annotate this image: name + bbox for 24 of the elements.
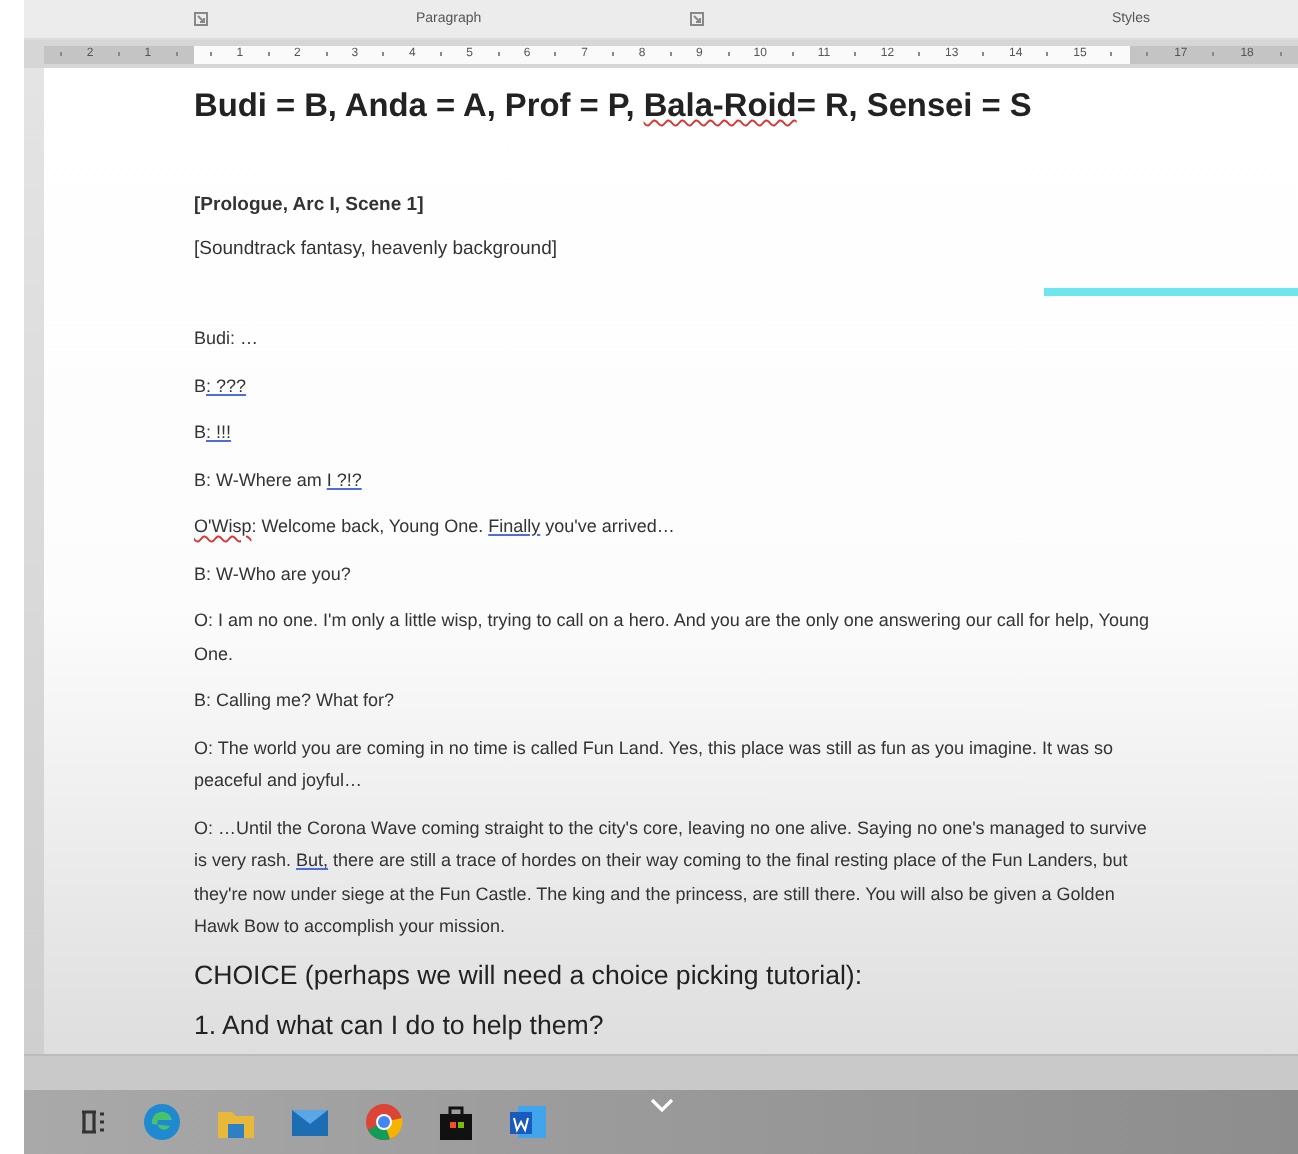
choice-line: 1. And what can I do to help them? bbox=[194, 1007, 606, 1043]
shopping-bag-icon[interactable] bbox=[438, 1102, 474, 1142]
mail-icon[interactable] bbox=[290, 1106, 330, 1138]
stage-note: [Soundtrack fantasy, heavenly background] bbox=[194, 238, 559, 260]
browser-icon[interactable] bbox=[142, 1102, 182, 1142]
dialogue-line: B: W-Who are you? bbox=[194, 561, 353, 588]
dialog-launcher-icon[interactable] bbox=[194, 12, 208, 26]
dialogue-line: O: The world you are coming in no time is called Fun Land. Yes, this place was still as fun as you imagine. It was so peaceful and joyful… bbox=[194, 735, 1116, 794]
dialogue-line: B: Calling me? What for? bbox=[194, 688, 397, 714]
dialogue-line: O: …Until the Corona Wave coming straight to the city's core, leaving no one alive. Saying no one's managed to survive is very rash. But, there are still a trace of hordes on their way coming to the final resting place of the Fun Landers, but they're now under siege at the Fun Castle. The king and the princess, are still there. You will also be given a Golden Hawk Bow to accomplish your mission. bbox=[194, 815, 1149, 940]
chrome-icon[interactable] bbox=[364, 1102, 404, 1142]
choice-line: CHOICE (perhaps we will need a choice picking tutorial): bbox=[194, 957, 865, 993]
task-view-icon[interactable] bbox=[80, 1108, 108, 1136]
chevron-down-icon[interactable] bbox=[650, 1098, 674, 1112]
dialogue-line: O'Wisp: Welcome back, Young One. Finally you've arrived… bbox=[194, 514, 677, 540]
dialogue-line: B: W-Where am I ?!? bbox=[194, 467, 364, 493]
dialogue-line: B: !!! bbox=[194, 420, 234, 446]
dialogue-line: Budi: … bbox=[194, 326, 261, 352]
document-heading: Budi = B, Anda = A, Prof = P, Bala-Roid= R, Sensei = S bbox=[194, 86, 1034, 128]
document-app-icon[interactable] bbox=[508, 1102, 548, 1142]
scene-label: [Prologue, Arc I, Scene 1] bbox=[194, 194, 426, 216]
dialogue-line: O: I am no one. I'm only a little wisp, trying to call on a hero. And you are the only one answering our call for help, Young One. bbox=[194, 608, 1151, 667]
dialogue-line: B: ??? bbox=[194, 373, 249, 399]
dialog-launcher-icon[interactable] bbox=[689, 12, 704, 26]
